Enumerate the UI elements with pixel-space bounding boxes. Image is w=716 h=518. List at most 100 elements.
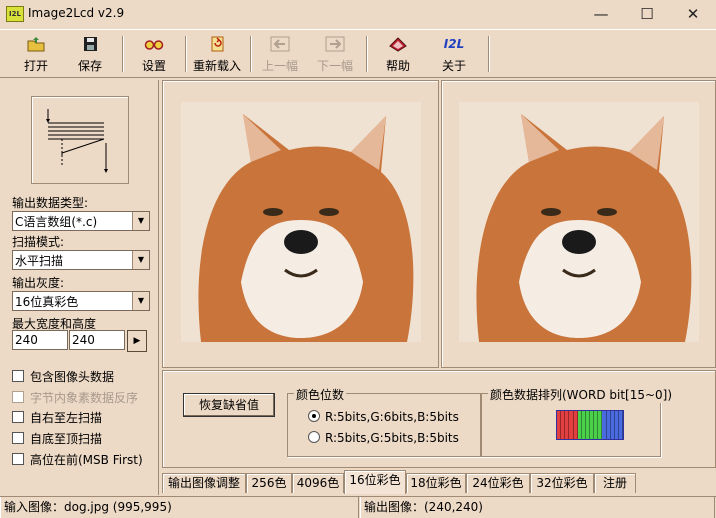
- output-image-status: 输出图像：(240,240): [360, 497, 715, 518]
- help-button[interactable]: 帮助: [376, 34, 420, 74]
- rgb555-radio[interactable]: R:5bits,G:5bits,B:5bits: [308, 431, 459, 445]
- scan-direction-preview: [31, 96, 129, 184]
- output-type-label: 输出数据类型:: [12, 196, 89, 210]
- input-image-status: 输入图像：dog.jpg (995,995): [0, 497, 359, 518]
- scan-mode-label: 扫描模式:: [12, 235, 65, 249]
- toolbar-separator: [250, 36, 252, 72]
- chevron-down-icon[interactable]: ▼: [132, 212, 149, 230]
- scan-pattern-icon: [46, 109, 108, 173]
- output-image-panel: [441, 80, 716, 368]
- open-button[interactable]: 打开: [14, 34, 58, 74]
- tab-18bit-color[interactable]: 18位彩色: [406, 473, 466, 493]
- reverse-pixel-order-checkbox[interactable]: 字节内象素数据反序: [12, 389, 138, 406]
- rgb555-label: R:5bits,G:5bits,B:5bits: [325, 431, 459, 445]
- radio-dot[interactable]: [308, 431, 320, 443]
- scan-mode-select[interactable]: 水平扫描 ▼: [12, 250, 150, 270]
- settings-panel: 输出数据类型: C语言数组(*.c) ▼ 扫描模式: 水平扫描 ▼ 输出灰度: …: [0, 80, 159, 495]
- window-title: Image2Lcd v2.9: [28, 6, 125, 20]
- toolbar: 打开 保存 设置 重新载入 上一幅 下一幅 帮助 I2L 关于: [0, 29, 716, 78]
- next-arrow-icon: [325, 36, 345, 52]
- reload-page-icon: [211, 36, 224, 52]
- checkbox-box[interactable]: [12, 411, 24, 423]
- color-bits-legend: 颜色位数: [294, 386, 347, 403]
- next-label: 下一幅: [316, 59, 353, 73]
- previous-image-button[interactable]: 上一幅: [257, 34, 303, 74]
- next-image-button[interactable]: 下一幅: [312, 34, 358, 74]
- output-image: [459, 102, 699, 342]
- max-width-input[interactable]: 240: [12, 330, 68, 350]
- color-order-group: 颜色数据排列(WORD bit[15~0]): [481, 386, 675, 457]
- tab-output-adjust[interactable]: 输出图像调整: [162, 473, 246, 493]
- bottom-to-top-checkbox[interactable]: 自底至顶扫描: [12, 430, 102, 447]
- tab-16bit-color[interactable]: 16位彩色: [344, 470, 406, 494]
- rgb565-label: R:5bits,G:6bits,B:5bits: [325, 410, 459, 424]
- apply-size-button[interactable]: ▶: [127, 330, 147, 352]
- app-icon: I2L: [6, 6, 24, 22]
- save-label: 保存: [77, 59, 102, 73]
- max-height-input[interactable]: 240: [69, 330, 125, 350]
- minimize-button[interactable]: —: [578, 0, 624, 28]
- save-button[interactable]: 保存: [68, 34, 112, 74]
- shiba-dog-image: [181, 102, 421, 342]
- color-order-legend: 颜色数据排列(WORD bit[15~0]): [488, 386, 675, 403]
- about-logo-icon: I2L: [443, 37, 465, 51]
- output-gray-value: 16位真彩色: [15, 295, 79, 309]
- input-image-panel: [162, 80, 439, 368]
- open-label: 打开: [23, 59, 48, 73]
- color-bits-group: 颜色位数 R:5bits,G:6bits,B:5bits R:5bits,G:5…: [287, 386, 481, 457]
- output-type-select[interactable]: C语言数组(*.c) ▼: [12, 211, 150, 231]
- tab-register[interactable]: 注册: [594, 473, 636, 493]
- settings-label: 设置: [141, 59, 166, 73]
- bottom-to-top-label: 自底至顶扫描: [30, 432, 103, 446]
- reload-label: 重新载入: [192, 59, 241, 73]
- settings-button[interactable]: 设置: [132, 34, 176, 74]
- input-image: [181, 102, 421, 342]
- checkbox-box[interactable]: [12, 391, 24, 403]
- color-bit-order-bar[interactable]: [556, 410, 624, 440]
- status-bar: 输入图像：dog.jpg (995,995) 输出图像：(240,240): [0, 496, 716, 518]
- reload-button[interactable]: 重新载入: [190, 34, 244, 74]
- checkbox-box[interactable]: [12, 432, 24, 444]
- checkbox-box[interactable]: [12, 370, 24, 382]
- checkbox-box[interactable]: [12, 453, 24, 465]
- floppy-disk-icon: [84, 37, 97, 51]
- scan-mode-value: 水平扫描: [15, 254, 64, 268]
- help-label: 帮助: [385, 59, 410, 73]
- color-bit-cell: [618, 411, 623, 439]
- msb-first-label: 高位在前(MSB First): [30, 453, 143, 467]
- tab-32bit-color[interactable]: 32位彩色: [530, 473, 594, 493]
- toolbar-separator: [366, 36, 368, 72]
- right-to-left-label: 自右至左扫描: [30, 411, 103, 425]
- rgb565-radio[interactable]: R:5bits,G:6bits,B:5bits: [308, 410, 459, 424]
- output-gray-select[interactable]: 16位真彩色 ▼: [12, 291, 150, 311]
- output-gray-label: 输出灰度:: [12, 276, 65, 290]
- include-header-label: 包含图像头数据: [30, 370, 115, 384]
- radio-dot[interactable]: [308, 410, 320, 422]
- tab-4096-colors[interactable]: 4096色: [292, 473, 344, 493]
- include-header-checkbox[interactable]: 包含图像头数据: [12, 368, 114, 385]
- chevron-down-icon[interactable]: ▼: [132, 251, 149, 269]
- reverse-pixel-order-label: 字节内象素数据反序: [30, 391, 139, 405]
- right-to-left-checkbox[interactable]: 自右至左扫描: [12, 409, 102, 426]
- color-settings-page: 恢复缺省值 颜色位数 R:5bits,G:6bits,B:5bits R:5bi…: [162, 370, 716, 468]
- close-button[interactable]: ✕: [670, 0, 716, 28]
- tab-24bit-color[interactable]: 24位彩色: [466, 473, 530, 493]
- tab-256-colors[interactable]: 256色: [246, 473, 292, 493]
- toolbar-separator: [488, 36, 490, 72]
- glasses-icon: [144, 40, 164, 50]
- output-type-value: C语言数组(*.c): [15, 215, 98, 229]
- toolbar-separator: [122, 36, 124, 72]
- msb-first-checkbox[interactable]: 高位在前(MSB First): [12, 451, 143, 468]
- previous-arrow-icon: [270, 36, 290, 52]
- shiba-dog-image: [459, 102, 699, 342]
- open-folder-icon: [27, 37, 45, 52]
- previous-label: 上一幅: [261, 59, 298, 73]
- about-button[interactable]: I2L 关于: [432, 34, 476, 74]
- about-label: 关于: [441, 59, 466, 73]
- restore-defaults-button[interactable]: 恢复缺省值: [183, 393, 275, 417]
- chevron-down-icon[interactable]: ▼: [132, 292, 149, 310]
- toolbar-separator: [185, 36, 187, 72]
- help-book-icon: [389, 37, 407, 52]
- title-bar: I2L Image2Lcd v2.9 — ☐ ✕: [0, 0, 716, 28]
- maximize-button[interactable]: ☐: [624, 0, 670, 28]
